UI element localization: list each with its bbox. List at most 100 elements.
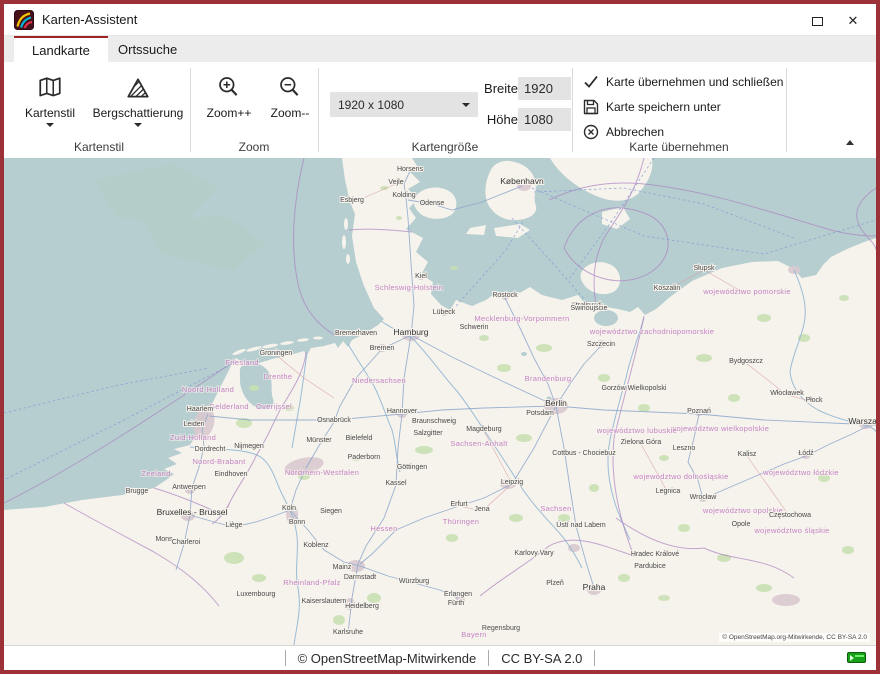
map-city-label: Berlin bbox=[545, 398, 567, 408]
map-region-label: województwo śląskie bbox=[753, 526, 829, 535]
status-separator bbox=[285, 650, 286, 666]
map-canvas[interactable]: Schleswig-HolsteinMecklenburg-Vorpommern… bbox=[4, 158, 876, 645]
button-label: Kartenstil bbox=[25, 106, 75, 120]
map-city-label: Darmstadt bbox=[344, 574, 376, 581]
status-license: CC BY-SA 2.0 bbox=[501, 651, 582, 666]
zoom-in-icon bbox=[217, 70, 241, 100]
map-city-label: Koblenz bbox=[303, 542, 329, 549]
chevron-down-icon bbox=[462, 103, 470, 107]
map-city-label: Würzburg bbox=[399, 578, 429, 585]
connection-indicator-icon bbox=[847, 652, 866, 663]
tab-landkarte[interactable]: Landkarte bbox=[14, 36, 108, 62]
map-viewport[interactable]: Schleswig-HolsteinMecklenburg-Vorpommern… bbox=[4, 158, 876, 645]
width-value: 1920 bbox=[524, 81, 553, 96]
map-city-label: Karlovy Vary bbox=[514, 550, 554, 557]
map-city-label: Odense bbox=[420, 200, 445, 207]
map-city-label: Osnabrück bbox=[317, 417, 351, 424]
height-value: 1080 bbox=[524, 112, 553, 127]
status-bar: © OpenStreetMap-Mitwirkende CC BY-SA 2.0 bbox=[4, 645, 876, 670]
map-city-label: Kolding bbox=[392, 192, 415, 199]
map-city-label: Horsens bbox=[397, 166, 424, 173]
map-city-label: Plzeň bbox=[546, 580, 564, 587]
map-region-label: Sachsen-Anhalt bbox=[450, 439, 508, 448]
map-city-label: Kiel bbox=[415, 273, 427, 280]
map-region-label: Brandenburg bbox=[525, 374, 572, 383]
map-city-label: Bremerhaven bbox=[335, 330, 377, 337]
title-bar: Karten-Assistent ✕ bbox=[4, 4, 876, 36]
map-region-label: Nordrhein-Westfalen bbox=[285, 468, 359, 477]
maximize-button[interactable] bbox=[802, 11, 832, 31]
button-label: Karte speichern unter bbox=[606, 100, 721, 114]
width-field[interactable]: 1920 bbox=[518, 77, 571, 100]
map-city-label: Bydgoszcz bbox=[729, 358, 763, 365]
size-preset-select[interactable]: 1920 x 1080 bbox=[330, 92, 478, 117]
status-separator bbox=[488, 650, 489, 666]
ribbon-separator bbox=[786, 68, 787, 152]
map-city-label: Bielefeld bbox=[346, 435, 373, 442]
tab-label: Ortssuche bbox=[118, 42, 177, 57]
map-city-label: Kalisz bbox=[738, 451, 757, 458]
map-city-label: Göttingen bbox=[397, 464, 427, 471]
check-icon bbox=[583, 74, 599, 90]
close-button[interactable]: ✕ bbox=[838, 11, 868, 31]
map-city-label: Antwerpen bbox=[172, 484, 206, 491]
map-city-label: Świnoujście bbox=[571, 303, 608, 312]
map-city-label: Bremen bbox=[370, 345, 395, 352]
button-label: Zoom++ bbox=[207, 106, 252, 120]
cancel-icon bbox=[583, 124, 599, 140]
status-attribution: © OpenStreetMap-Mitwirkende bbox=[298, 651, 477, 666]
app-icon bbox=[14, 10, 34, 30]
window-title: Karten-Assistent bbox=[42, 12, 137, 27]
map-city-label: Liège bbox=[225, 522, 242, 529]
map-city-label: Regensburg bbox=[482, 625, 520, 632]
map-city-label: Hamburg bbox=[394, 327, 429, 337]
map-city-label: Dordrecht bbox=[195, 446, 226, 453]
kartenstil-button[interactable]: Kartenstil bbox=[18, 70, 82, 127]
height-label: Höhe bbox=[478, 112, 518, 127]
map-city-label: Paderborn bbox=[348, 454, 381, 461]
hillshade-icon bbox=[125, 70, 151, 100]
map-city-label: Jena bbox=[474, 506, 489, 513]
map-region-label: województwo pomorskie bbox=[702, 287, 791, 296]
map-region-label: Drenthe bbox=[264, 372, 293, 381]
map-city-label: Nijmegen bbox=[234, 443, 264, 450]
map-city-label: Hannover bbox=[387, 408, 418, 415]
map-city-label: Mons bbox=[155, 536, 173, 543]
map-city-label: Leipzig bbox=[501, 479, 523, 486]
map-city-label: Kaiserslautern bbox=[302, 598, 347, 605]
map-city-label: Schwerin bbox=[460, 324, 489, 331]
map-city-label: Brugge bbox=[126, 488, 149, 495]
map-region-label: Noord-Holland bbox=[182, 385, 234, 394]
bergschattierung-button[interactable]: Bergschattierung bbox=[88, 70, 188, 127]
apply-and-close-button[interactable]: Karte übernehmen und schließen bbox=[583, 69, 783, 94]
save-map-as-button[interactable]: Karte speichern unter bbox=[583, 94, 721, 119]
map-region-label: Overijssel bbox=[256, 402, 292, 411]
map-city-label: Luxembourg bbox=[237, 591, 276, 598]
map-region-label: Gelderland bbox=[209, 402, 249, 411]
map-city-label: Zielona Góra bbox=[621, 439, 662, 446]
size-preset-value: 1920 x 1080 bbox=[338, 98, 404, 112]
height-field[interactable]: 1080 bbox=[518, 108, 571, 131]
map-region-label: Sachsen bbox=[540, 504, 571, 513]
map-region-label: województwo wielkopolskie bbox=[670, 424, 769, 433]
map-region-label: Zeeland bbox=[141, 469, 170, 478]
map-region-label: Niedersachsen bbox=[352, 376, 406, 385]
zoom-out-button[interactable]: Zoom-- bbox=[262, 70, 318, 120]
map-city-label: Legnica bbox=[656, 488, 681, 495]
tab-ortssuche[interactable]: Ortssuche bbox=[100, 36, 195, 62]
width-label: Breite bbox=[478, 81, 518, 96]
map-city-label: Koszalin bbox=[654, 285, 681, 292]
map-city-label: Szczecin bbox=[587, 341, 615, 348]
map-city-label: Leiden bbox=[183, 421, 204, 428]
map-city-label: Köln bbox=[282, 505, 296, 512]
map-city-label: Częstochowa bbox=[769, 512, 811, 519]
map-region-label: Thüringen bbox=[443, 517, 479, 526]
zoom-out-icon bbox=[278, 70, 302, 100]
close-icon: ✕ bbox=[848, 13, 859, 29]
map-region-label: Rheinland-Pfalz bbox=[283, 578, 340, 587]
chevron-down-icon bbox=[134, 123, 142, 127]
map-city-label: Łódź bbox=[798, 450, 814, 457]
collapse-ribbon-button[interactable] bbox=[846, 140, 854, 145]
zoom-in-button[interactable]: Zoom++ bbox=[200, 70, 258, 120]
map-city-label: Bonn bbox=[289, 519, 305, 526]
